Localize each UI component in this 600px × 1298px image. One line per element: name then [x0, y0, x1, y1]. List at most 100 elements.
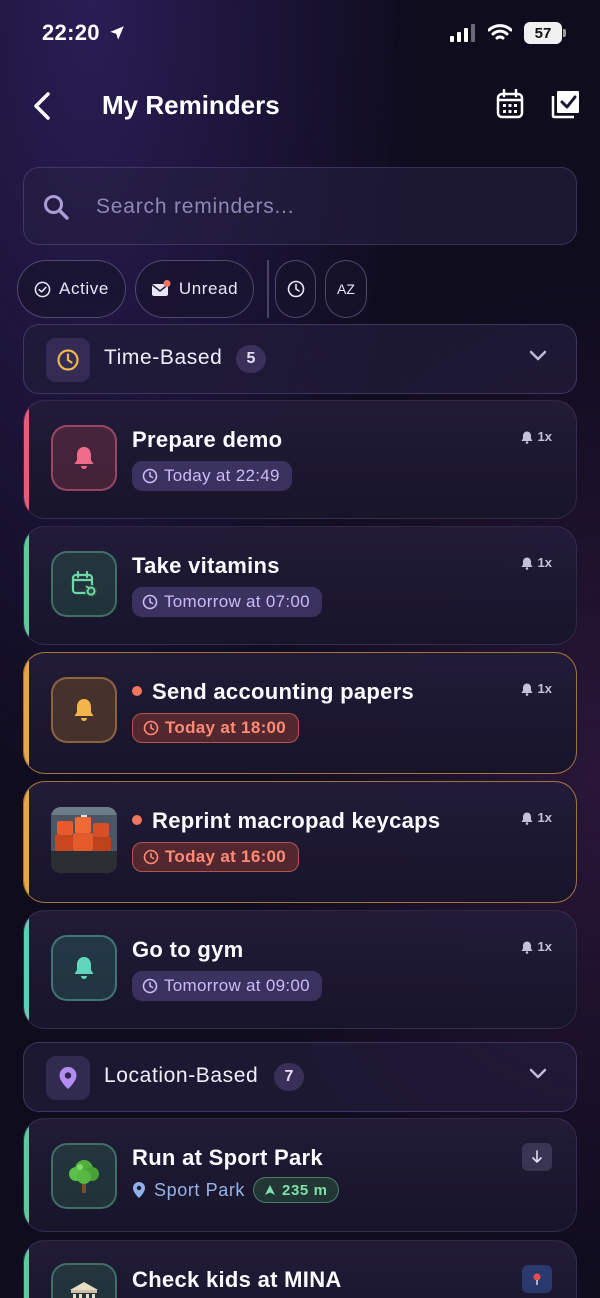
reminder-card-go-to-gym[interactable]: Go to gym Tomorrow at 09:00 1x [23, 910, 577, 1029]
reminder-photo-thumbnail [51, 807, 117, 873]
clock-icon [142, 978, 158, 994]
chevron-down-icon [529, 350, 547, 361]
card-accent-bar [24, 911, 29, 1028]
reminder-title: Reprint macropad keycaps [152, 808, 441, 833]
reminder-time: Today at 18:00 [165, 718, 287, 737]
battery-level: 57 [534, 24, 552, 42]
repeat-count: 1x [537, 681, 552, 696]
alarm-bell-icon [521, 557, 533, 570]
reminder-title-row: Reprint macropad keycaps [132, 808, 440, 834]
reminder-time-pill: Today at 16:00 [132, 842, 300, 872]
reminder-card-prepare-demo[interactable]: Prepare demo Today at 22:49 1x [23, 400, 577, 519]
repeat-indicator: 1x [520, 939, 552, 954]
bell-icon [74, 699, 94, 721]
card-accent-bar [24, 653, 29, 773]
search-bar[interactable] [23, 167, 577, 245]
clock-icon [57, 349, 79, 371]
search-icon [44, 195, 69, 220]
reminder-title-row: Send accounting papers [132, 679, 414, 705]
reminder-title: Go to gym [132, 937, 244, 962]
card-accent-bar [24, 782, 29, 902]
repeat-indicator: 1x [520, 555, 552, 570]
checklist-icon [551, 91, 579, 119]
calendar-button[interactable] [494, 88, 526, 120]
alarm-bell-icon [521, 431, 533, 444]
location-name: Sport Park [154, 1179, 246, 1200]
card-accent-bar [24, 527, 29, 644]
reminder-title: Take vitamins [132, 553, 280, 578]
section-count-badge: 7 [274, 1063, 304, 1091]
arrival-trigger-button[interactable] [522, 1143, 552, 1171]
card-accent-bar [24, 401, 29, 518]
reminder-time-pill: Today at 22:49 [132, 461, 292, 491]
status-time-text: 22:20 [42, 20, 100, 45]
location-subtitle: Sport Park 235 m [132, 1177, 339, 1203]
reminder-card-take-vitamins[interactable]: Take vitamins Tomorrow at 07:00 1x [23, 526, 577, 645]
alarm-bell-icon [521, 941, 533, 954]
wifi-icon [488, 24, 512, 40]
clock-icon [142, 468, 158, 484]
location-pin-button[interactable] [522, 1265, 552, 1293]
distance-badge: 235 m [253, 1177, 339, 1203]
reminder-icon [51, 677, 117, 743]
repeat-indicator: 1x [520, 429, 552, 444]
distance-value: 235 m [282, 1181, 328, 1199]
repeat-count: 1x [537, 939, 552, 954]
reminder-time: Tomorrow at 07:00 [164, 592, 310, 611]
repeat-count: 1x [537, 429, 552, 444]
reminder-title: Send accounting papers [152, 679, 415, 704]
reminder-title: Prepare demo [132, 427, 283, 452]
location-arrow-icon [110, 26, 124, 40]
check-circle-icon [34, 281, 51, 297]
status-time: 22:20 [42, 20, 126, 46]
chevron-left-icon [34, 92, 50, 120]
reminder-icon [51, 425, 117, 491]
reminder-time: Today at 16:00 [165, 847, 287, 866]
alarm-bell-icon [521, 812, 533, 825]
building-icon [70, 1282, 98, 1298]
reminder-icon [51, 551, 117, 617]
map-pin-icon [133, 1182, 145, 1198]
location-card-run-at-sport-park[interactable]: Run at Sport Park Sport Park 235 m [23, 1118, 577, 1232]
unread-dot [132, 686, 142, 697]
calendar-repeat-icon [71, 570, 97, 597]
select-button[interactable] [550, 88, 582, 120]
clock-icon [143, 720, 159, 736]
filter-active-chip[interactable]: Active [17, 260, 126, 318]
filter-unread-label: Unread [178, 279, 239, 298]
reminder-card-send-accounting-papers[interactable]: Send accounting papers Today at 18:00 1x [23, 652, 577, 774]
pushpin-icon [533, 1273, 541, 1285]
section-count-badge: 5 [236, 345, 266, 373]
filter-unread-chip[interactable]: Unread [135, 260, 254, 318]
navigation-arrow-icon [265, 1185, 276, 1195]
clock-icon [287, 280, 304, 298]
repeat-count: 1x [537, 810, 552, 825]
repeat-indicator: 1x [520, 681, 552, 696]
location-card-check-kids-at-mina[interactable]: Check kids at MINA [23, 1240, 577, 1298]
reminder-time-pill: Tomorrow at 07:00 [132, 587, 322, 617]
bell-icon [74, 957, 94, 979]
time-section-icon-wrap [46, 338, 90, 382]
alarm-bell-icon [521, 683, 533, 696]
chevron-down-icon [529, 1068, 547, 1079]
reminder-card-reprint-macropad-keycaps[interactable]: Reprint macropad keycaps Today at 16:00 … [23, 781, 577, 903]
page-title: My Reminders [102, 90, 280, 120]
calendar-icon [496, 89, 524, 119]
repeat-count: 1x [537, 555, 552, 570]
back-button[interactable] [24, 86, 60, 126]
search-input[interactable] [96, 188, 556, 226]
card-accent-bar [24, 1119, 29, 1231]
repeat-indicator: 1x [520, 810, 552, 825]
section-title: Time-Based [104, 346, 223, 369]
envelope-badge-icon [151, 280, 171, 296]
reminder-icon [51, 1263, 117, 1298]
arrow-down-icon [532, 1150, 542, 1163]
sort-alpha-chip[interactable]: AZ [325, 260, 367, 318]
location-based-section-header[interactable]: Location-Based 7 [23, 1042, 577, 1112]
bell-icon [74, 447, 94, 469]
time-based-section-header[interactable]: Time-Based 5 [23, 324, 577, 394]
reminder-icon [51, 935, 117, 1001]
sort-time-chip[interactable] [275, 260, 316, 318]
map-pin-icon [59, 1067, 77, 1089]
reminder-icon [51, 1143, 117, 1209]
